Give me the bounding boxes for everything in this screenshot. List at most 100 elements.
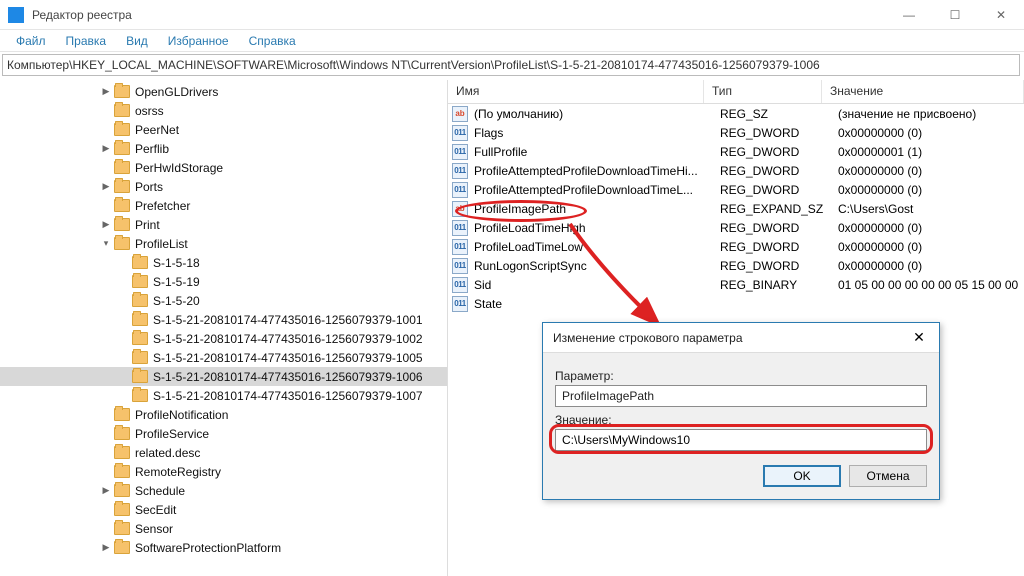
folder-icon	[114, 123, 130, 136]
tree-item[interactable]: PerHwIdStorage	[0, 158, 447, 177]
binary-value-icon: 011	[452, 239, 468, 255]
tree-twisty-icon	[100, 523, 112, 535]
folder-icon	[114, 484, 130, 497]
menu-file[interactable]: Файл	[6, 32, 56, 50]
value-label: Значение:	[555, 413, 927, 427]
value-type: REG_DWORD	[720, 164, 838, 178]
tree-twisty-icon[interactable]: ▶	[100, 181, 112, 193]
tree-item[interactable]: PeerNet	[0, 120, 447, 139]
folder-icon	[114, 427, 130, 440]
menu-view[interactable]: Вид	[116, 32, 158, 50]
tree-item[interactable]: Prefetcher	[0, 196, 447, 215]
tree-twisty-icon	[100, 162, 112, 174]
folder-icon	[114, 541, 130, 554]
tree-item-label: S-1-5-21-20810174-477435016-1256079379-1…	[153, 332, 423, 346]
value-data: 0x00000000 (0)	[838, 164, 1024, 178]
tree-item[interactable]: ProfileService	[0, 424, 447, 443]
value-data: 0x00000000 (0)	[838, 183, 1024, 197]
tree-twisty-icon[interactable]: ▾	[100, 238, 112, 250]
tree-item[interactable]: ▶Print	[0, 215, 447, 234]
folder-icon	[132, 313, 148, 326]
tree-item[interactable]: S-1-5-21-20810174-477435016-1256079379-1…	[0, 386, 447, 405]
tree-item[interactable]: ▶OpenGLDrivers	[0, 82, 447, 101]
menubar: Файл Правка Вид Избранное Справка	[0, 30, 1024, 52]
tree-item[interactable]: S-1-5-19	[0, 272, 447, 291]
tree-twisty-icon[interactable]: ▶	[100, 219, 112, 231]
value-name: ProfileImagePath	[474, 202, 720, 216]
value-name: ProfileLoadTimeLow	[474, 240, 720, 254]
list-row[interactable]: 011ProfileAttemptedProfileDownloadTimeL.…	[448, 180, 1024, 199]
tree-item[interactable]: SecEdit	[0, 500, 447, 519]
menu-help[interactable]: Справка	[239, 32, 306, 50]
dialog-close-button[interactable]: ✕	[899, 323, 939, 353]
tree-item[interactable]: RemoteRegistry	[0, 462, 447, 481]
tree-item[interactable]: S-1-5-21-20810174-477435016-1256079379-1…	[0, 367, 447, 386]
dialog-title: Изменение строкового параметра	[553, 331, 899, 345]
tree-item-label: Sensor	[135, 522, 173, 536]
maximize-button[interactable]: ☐	[932, 0, 978, 30]
tree-item[interactable]: S-1-5-21-20810174-477435016-1256079379-1…	[0, 310, 447, 329]
value-data: C:\Users\Gost	[838, 202, 1024, 216]
folder-icon	[114, 199, 130, 212]
folder-icon	[132, 275, 148, 288]
tree-item[interactable]: ▾ProfileList	[0, 234, 447, 253]
list-row[interactable]: 011FullProfileREG_DWORD0x00000001 (1)	[448, 142, 1024, 161]
tree-item[interactable]: ▶Schedule	[0, 481, 447, 500]
binary-value-icon: 011	[452, 220, 468, 236]
tree-item[interactable]: osrss	[0, 101, 447, 120]
tree-twisty-icon	[100, 428, 112, 440]
value-data: 01 05 00 00 00 00 00 05 15 00 00	[838, 278, 1024, 292]
tree-item[interactable]: ▶Ports	[0, 177, 447, 196]
tree-item-label: S-1-5-19	[153, 275, 200, 289]
value-input[interactable]	[555, 429, 927, 451]
list-row[interactable]: abProfileImagePathREG_EXPAND_SZC:\Users\…	[448, 199, 1024, 218]
value-type: REG_DWORD	[720, 221, 838, 235]
value-type: REG_EXPAND_SZ	[720, 202, 838, 216]
folder-icon	[132, 256, 148, 269]
value-name: ProfileAttemptedProfileDownloadTimeL...	[474, 183, 720, 197]
list-row[interactable]: 011ProfileAttemptedProfileDownloadTimeHi…	[448, 161, 1024, 180]
string-value-icon: ab	[452, 106, 468, 122]
tree-item[interactable]: related.desc	[0, 443, 447, 462]
folder-icon	[132, 294, 148, 307]
tree-item[interactable]: S-1-5-18	[0, 253, 447, 272]
tree-item[interactable]: S-1-5-21-20810174-477435016-1256079379-1…	[0, 329, 447, 348]
list-row[interactable]: 011ProfileLoadTimeLowREG_DWORD0x00000000…	[448, 237, 1024, 256]
folder-icon	[114, 408, 130, 421]
horizontal-scrollbar[interactable]	[448, 560, 1024, 576]
list-row[interactable]: ab(По умолчанию)REG_SZ(значение не присв…	[448, 104, 1024, 123]
value-name: FullProfile	[474, 145, 720, 159]
close-button[interactable]: ✕	[978, 0, 1024, 30]
menu-edit[interactable]: Правка	[56, 32, 117, 50]
binary-value-icon: 011	[452, 144, 468, 160]
tree-twisty-icon[interactable]: ▶	[100, 542, 112, 554]
menu-favorites[interactable]: Избранное	[158, 32, 239, 50]
tree-twisty-icon[interactable]: ▶	[100, 143, 112, 155]
cancel-button[interactable]: Отмена	[849, 465, 927, 487]
col-name[interactable]: Имя	[448, 80, 704, 103]
tree-twisty-icon	[118, 314, 130, 326]
tree-twisty-icon[interactable]: ▶	[100, 86, 112, 98]
list-row[interactable]: 011SidREG_BINARY01 05 00 00 00 00 00 05 …	[448, 275, 1024, 294]
list-row[interactable]: 011FlagsREG_DWORD0x00000000 (0)	[448, 123, 1024, 142]
tree-item[interactable]: ProfileNotification	[0, 405, 447, 424]
tree-pane[interactable]: ▶OpenGLDriversosrssPeerNet▶PerflibPerHwI…	[0, 80, 448, 576]
binary-value-icon: 011	[452, 277, 468, 293]
tree-twisty-icon	[118, 352, 130, 364]
list-row[interactable]: 011ProfileLoadTimeHighREG_DWORD0x0000000…	[448, 218, 1024, 237]
tree-item[interactable]: ▶SoftwareProtectionPlatform	[0, 538, 447, 557]
list-row[interactable]: 011State	[448, 294, 1024, 313]
value-type: REG_DWORD	[720, 240, 838, 254]
address-bar[interactable]: Компьютер\HKEY_LOCAL_MACHINE\SOFTWARE\Mi…	[2, 54, 1020, 76]
col-type[interactable]: Тип	[704, 80, 822, 103]
tree-item[interactable]: S-1-5-20	[0, 291, 447, 310]
tree-item[interactable]: Sensor	[0, 519, 447, 538]
list-row[interactable]: 011RunLogonScriptSyncREG_DWORD0x00000000…	[448, 256, 1024, 275]
param-name-input[interactable]	[555, 385, 927, 407]
ok-button[interactable]: OK	[763, 465, 841, 487]
tree-item[interactable]: S-1-5-21-20810174-477435016-1256079379-1…	[0, 348, 447, 367]
col-value[interactable]: Значение	[822, 80, 1024, 103]
tree-item[interactable]: ▶Perflib	[0, 139, 447, 158]
minimize-button[interactable]: —	[886, 0, 932, 30]
tree-twisty-icon[interactable]: ▶	[100, 485, 112, 497]
